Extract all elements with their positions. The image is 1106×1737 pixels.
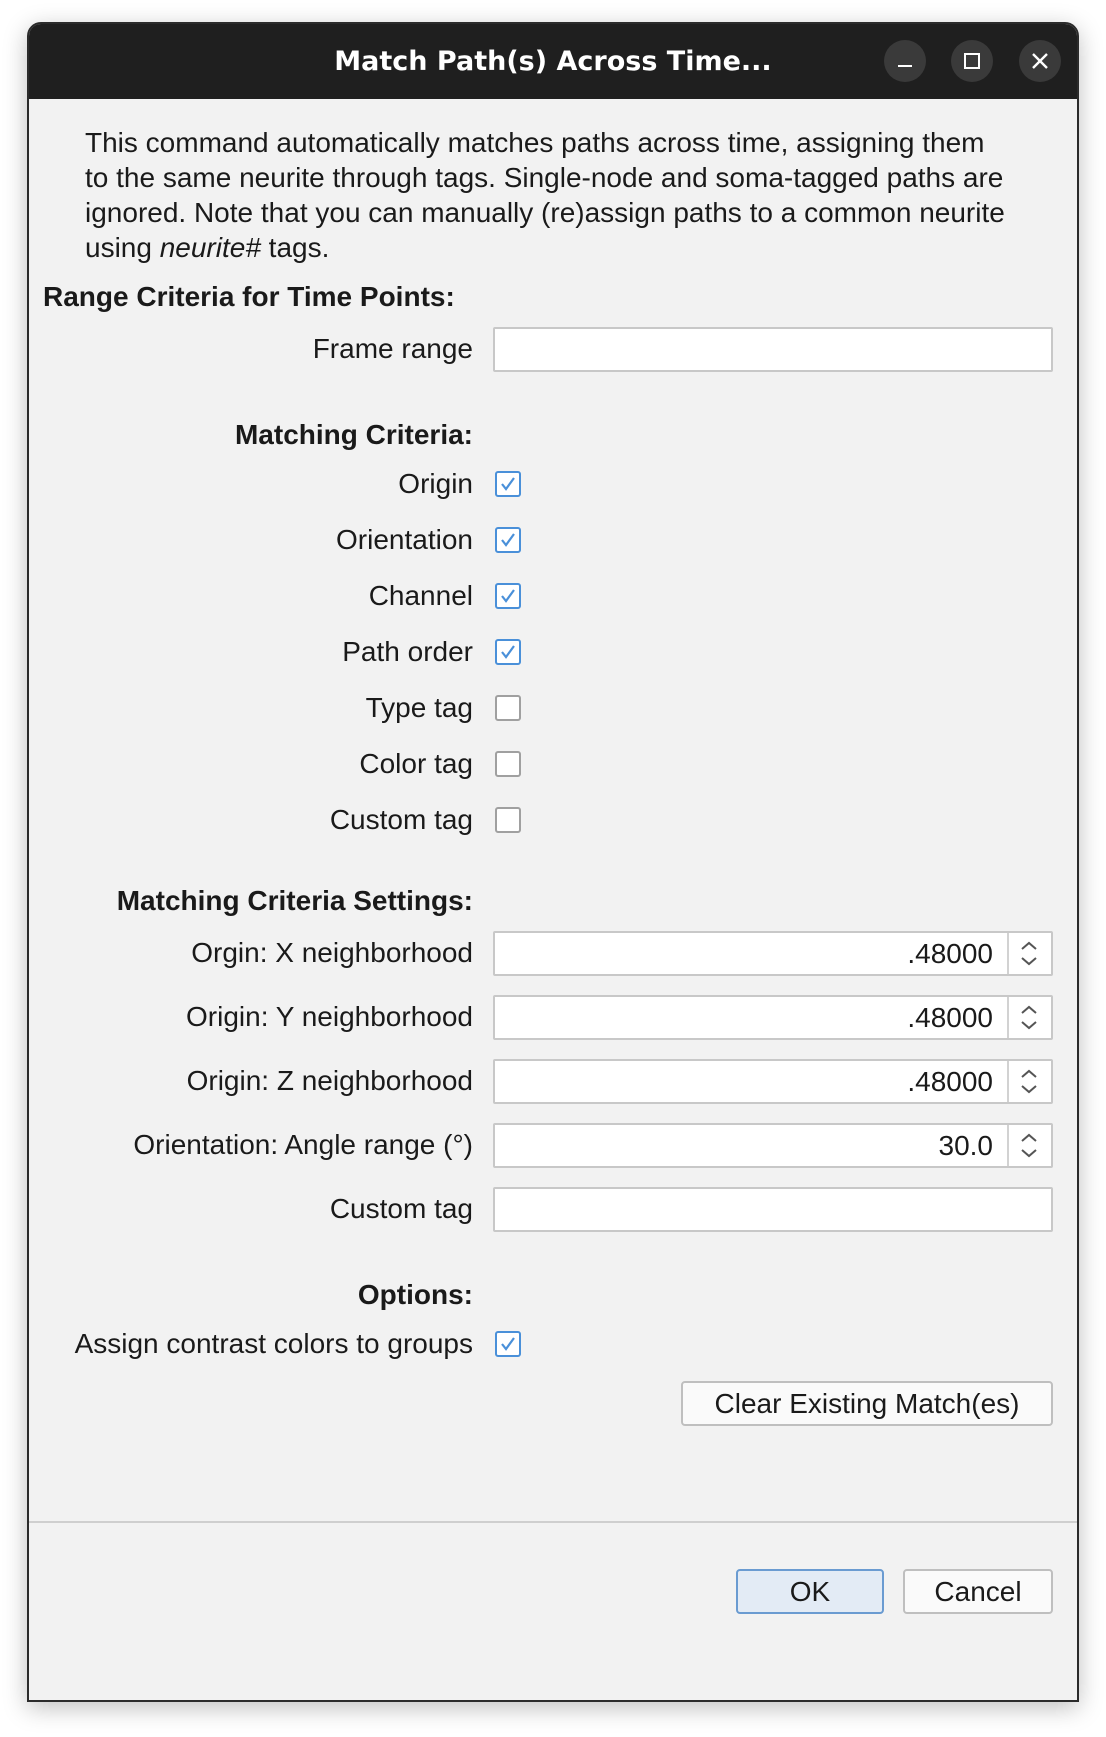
spinner-arrows[interactable] — [1007, 933, 1051, 974]
x-neighborhood-spinner[interactable]: .48000 — [493, 931, 1053, 976]
y-neighborhood-label: Origin: Y neighborhood — [186, 1001, 473, 1032]
dialog-window: Match Path(s) Across Time... This comman… — [27, 22, 1079, 1702]
x-neighborhood-value[interactable]: .48000 — [907, 933, 993, 974]
criteria-label-color-tag: Color tag — [359, 748, 473, 779]
range-heading: Range Criteria for Time Points: — [43, 281, 455, 312]
criteria-label-path-order: Path order — [342, 636, 473, 667]
minimize-icon — [898, 65, 912, 67]
minimize-button[interactable] — [884, 40, 926, 82]
checkmark-icon — [501, 645, 515, 659]
criteria-label-origin: Origin — [398, 468, 473, 499]
custom-tag-input[interactable] — [493, 1187, 1053, 1232]
type-tag-checkbox[interactable] — [495, 695, 521, 721]
z-neighborhood-spinner[interactable]: .48000 — [493, 1059, 1053, 1104]
spinner-arrows[interactable] — [1007, 1061, 1051, 1102]
ok-button[interactable]: OK — [736, 1569, 884, 1614]
spinner-updown-icon — [1021, 1069, 1037, 1094]
checkmark-icon — [501, 477, 515, 491]
spinner-updown-icon — [1021, 1005, 1037, 1030]
custom-tag-checkbox[interactable] — [495, 807, 521, 833]
frame-range-label: Frame range — [312, 333, 473, 364]
checkmark-icon — [501, 533, 515, 547]
maximize-button[interactable] — [951, 40, 993, 82]
z-neighborhood-value[interactable]: .48000 — [907, 1061, 993, 1102]
intro-text-part: tags. — [260, 232, 330, 263]
intro-text: This command automatically matches paths… — [85, 125, 1035, 265]
origin-checkbox[interactable] — [495, 471, 521, 497]
frame-range-input[interactable] — [493, 327, 1053, 372]
angle-range-label: Orientation: Angle range (°) — [133, 1129, 473, 1160]
close-button[interactable] — [1019, 40, 1061, 82]
maximize-icon — [964, 53, 980, 69]
spinner-arrows[interactable] — [1007, 997, 1051, 1038]
intro-line: This command automatically matches paths… — [85, 127, 985, 158]
angle-range-value[interactable]: 30.0 — [939, 1125, 994, 1166]
intro-line: using neurite# tags. — [85, 230, 1035, 265]
cancel-button[interactable]: Cancel — [903, 1569, 1053, 1614]
intro-line: to the same neurite through tags. Single… — [85, 162, 1004, 193]
spinner-updown-icon — [1021, 1133, 1037, 1158]
spinner-arrows[interactable] — [1007, 1125, 1051, 1166]
criteria-label-custom-tag: Custom tag — [329, 804, 473, 835]
intro-emphasis: neurite# — [159, 232, 261, 263]
checkmark-icon — [501, 589, 515, 603]
y-neighborhood-value[interactable]: .48000 — [907, 997, 993, 1038]
close-icon — [1032, 53, 1048, 69]
x-neighborhood-label: Orgin: X neighborhood — [191, 937, 473, 968]
matching-criteria-heading: Matching Criteria: — [234, 419, 473, 450]
path-order-checkbox[interactable] — [495, 639, 521, 665]
intro-text-part: using — [85, 232, 160, 263]
channel-checkbox[interactable] — [495, 583, 521, 609]
spinner-updown-icon — [1021, 941, 1037, 966]
footer-divider — [29, 1521, 1077, 1523]
criteria-label-type-tag: Type tag — [365, 692, 473, 723]
dialog-content: This command automatically matches paths… — [29, 99, 1077, 1700]
z-neighborhood-label: Origin: Z neighborhood — [186, 1065, 473, 1096]
criteria-label-orientation: Orientation — [336, 524, 473, 555]
options-heading: Options: — [357, 1279, 473, 1310]
clear-matches-button[interactable]: Clear Existing Match(es) — [681, 1381, 1053, 1426]
custom-tag-setting-label: Custom tag — [329, 1193, 473, 1224]
checkmark-icon — [501, 1337, 515, 1351]
color-tag-checkbox[interactable] — [495, 751, 521, 777]
intro-line: ignored. Note that you can manually (re)… — [85, 197, 1005, 228]
contrast-colors-checkbox[interactable] — [495, 1331, 521, 1357]
angle-range-spinner[interactable]: 30.0 — [493, 1123, 1053, 1168]
criteria-label-channel: Channel — [368, 580, 473, 611]
orientation-checkbox[interactable] — [495, 527, 521, 553]
title-bar[interactable]: Match Path(s) Across Time... — [29, 24, 1077, 99]
settings-heading: Matching Criteria Settings: — [116, 885, 473, 916]
contrast-colors-label: Assign contrast colors to groups — [74, 1328, 473, 1359]
y-neighborhood-spinner[interactable]: .48000 — [493, 995, 1053, 1040]
